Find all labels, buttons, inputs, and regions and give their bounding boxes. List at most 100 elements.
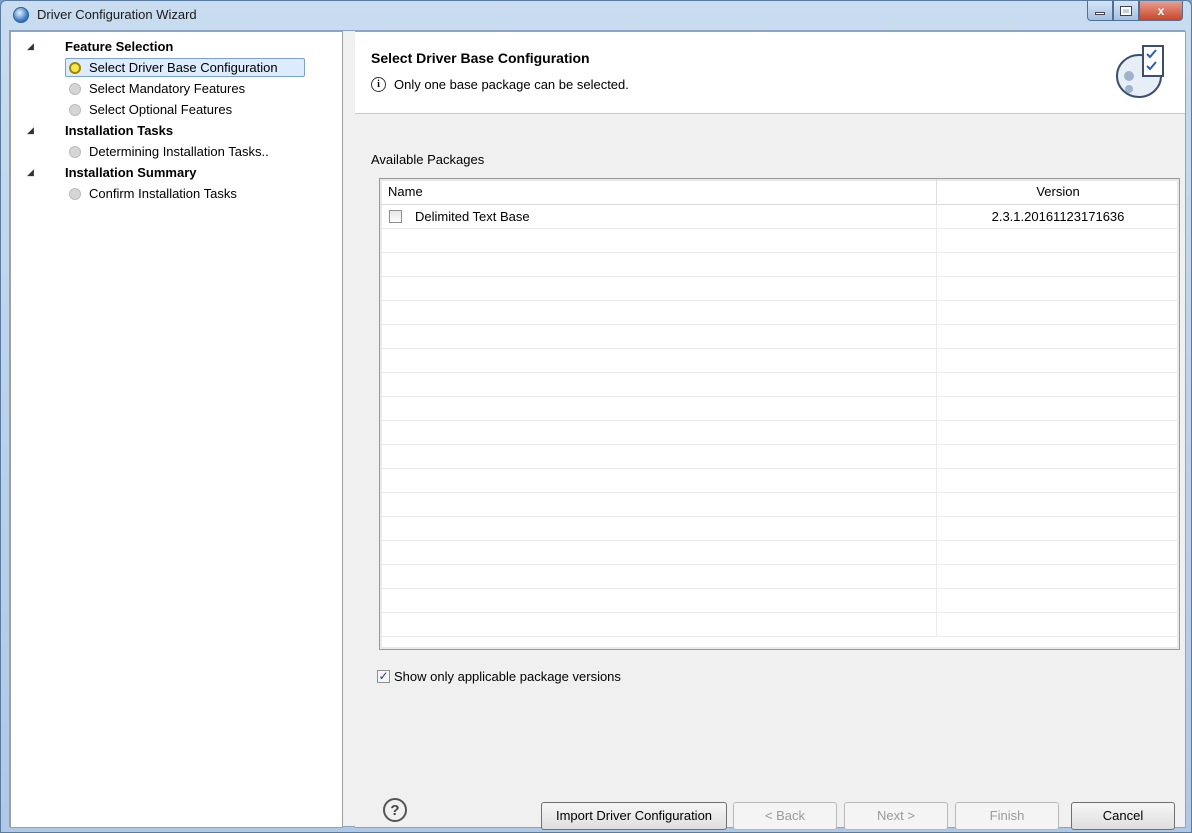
empty-cell <box>380 613 937 637</box>
tree-group-label: Installation Summary <box>65 165 197 180</box>
show-applicable-option[interactable]: ✓ Show only applicable package versions <box>377 669 621 684</box>
empty-cell <box>937 277 1179 301</box>
info-icon: i <box>371 77 386 92</box>
empty-cell <box>937 421 1179 445</box>
finish-button[interactable]: Finish <box>955 802 1059 830</box>
empty-table-row <box>380 325 1179 349</box>
tree-step-item[interactable]: Determining Installation Tasks.. <box>11 141 342 162</box>
tree-group-label: Installation Tasks <box>65 123 174 138</box>
empty-table-row <box>380 469 1179 493</box>
empty-cell <box>380 565 937 589</box>
empty-cell <box>380 373 937 397</box>
expand-triangle-icon[interactable]: ◢ <box>27 120 34 141</box>
empty-table-row <box>380 253 1179 277</box>
pending-step-icon <box>69 188 81 200</box>
empty-cell <box>380 277 937 301</box>
help-icon[interactable]: ? <box>383 798 407 822</box>
empty-cell <box>937 445 1179 469</box>
expand-triangle-icon[interactable]: ◢ <box>27 162 34 183</box>
page-title: Select Driver Base Configuration <box>371 50 590 66</box>
empty-cell <box>380 397 937 421</box>
empty-table-row <box>380 517 1179 541</box>
tree-group[interactable]: ◢ Feature Selection <box>11 36 342 57</box>
close-button[interactable]: x <box>1139 1 1183 21</box>
show-applicable-checkbox[interactable]: ✓ <box>377 670 390 683</box>
cancel-button[interactable]: Cancel <box>1071 802 1175 830</box>
table-body: Delimited Text Base 2.3.1.20161123171636 <box>380 205 1179 637</box>
empty-cell <box>380 349 937 373</box>
tree-step-item[interactable]: Confirm Installation Tasks <box>11 183 342 204</box>
empty-cell <box>937 373 1179 397</box>
empty-cell <box>937 565 1179 589</box>
empty-cell <box>380 445 937 469</box>
show-applicable-label: Show only applicable package versions <box>394 669 621 684</box>
empty-cell <box>937 349 1179 373</box>
package-name: Delimited Text Base <box>415 209 530 224</box>
page-message: i Only one base package can be selected. <box>371 77 629 92</box>
tree-step-item[interactable]: Select Mandatory Features <box>11 78 342 99</box>
wizard-client-area: ◢ Feature Selection Select Driver Base Con… <box>9 30 1186 830</box>
page-message-text: Only one base package can be selected. <box>394 77 629 92</box>
empty-cell <box>937 589 1179 613</box>
maximize-button[interactable] <box>1113 1 1139 21</box>
empty-table-row <box>380 541 1179 565</box>
pending-step-icon <box>69 104 81 116</box>
page-header: Select Driver Base Configuration i Only … <box>355 32 1185 114</box>
empty-cell <box>380 541 937 565</box>
back-button[interactable]: < Back <box>733 802 837 830</box>
packages-table[interactable]: Name Version Delimited Text Base 2.3.1.20… <box>379 178 1180 650</box>
expand-triangle-icon[interactable]: ◢ <box>27 36 34 57</box>
window-title: Driver Configuration Wizard <box>37 7 197 22</box>
tree-group[interactable]: ◢ Installation Summary <box>11 162 342 183</box>
empty-table-row <box>380 421 1179 445</box>
table-row[interactable]: Delimited Text Base 2.3.1.20161123171636 <box>380 205 1179 229</box>
empty-cell <box>380 253 937 277</box>
tree-step-label: Select Mandatory Features <box>89 81 246 96</box>
tree-step-label: Determining Installation Tasks.. <box>89 144 269 159</box>
empty-cell <box>937 397 1179 421</box>
pending-step-icon <box>69 83 81 95</box>
empty-cell <box>937 325 1179 349</box>
empty-table-row <box>380 565 1179 589</box>
empty-cell <box>380 229 937 253</box>
window-controls: x <box>1087 1 1183 21</box>
app-globe-icon <box>13 7 29 23</box>
maximize-icon <box>1120 5 1132 16</box>
close-icon: x <box>1157 3 1165 18</box>
import-driver-configuration-button[interactable]: Import Driver Configuration <box>541 802 727 830</box>
empty-table-row <box>380 589 1179 613</box>
current-step-icon <box>69 62 81 74</box>
empty-cell <box>937 253 1179 277</box>
package-checkbox[interactable] <box>389 210 402 223</box>
empty-table-row <box>380 373 1179 397</box>
minimize-button[interactable] <box>1087 1 1113 21</box>
empty-cell <box>937 229 1179 253</box>
wizard-page-panel: Select Driver Base Configuration i Only … <box>355 31 1186 830</box>
empty-cell <box>380 589 937 613</box>
empty-cell <box>380 517 937 541</box>
empty-table-row <box>380 349 1179 373</box>
tree-step-label: Select Optional Features <box>89 102 233 117</box>
empty-cell <box>937 613 1179 637</box>
empty-table-row <box>380 229 1179 253</box>
empty-cell <box>380 301 937 325</box>
tree-step-item[interactable]: Select Optional Features <box>11 99 342 120</box>
title-bar[interactable]: Driver Configuration Wizard x <box>1 1 1191 29</box>
column-header-version[interactable]: Version <box>937 179 1179 205</box>
empty-table-row <box>380 445 1179 469</box>
pending-step-icon <box>69 146 81 158</box>
next-button[interactable]: Next > <box>844 802 948 830</box>
minimize-icon <box>1095 12 1105 15</box>
empty-table-row <box>380 301 1179 325</box>
steps-tree-panel: ◢ Feature Selection Select Driver Base Con… <box>10 31 343 828</box>
empty-cell <box>937 541 1179 565</box>
empty-cell <box>937 517 1179 541</box>
available-packages-label: Available Packages <box>371 152 485 167</box>
column-header-name[interactable]: Name <box>380 179 937 205</box>
tree-group[interactable]: ◢ Installation Tasks <box>11 120 342 141</box>
package-name-cell: Delimited Text Base <box>380 205 937 229</box>
tree-group-label: Feature Selection <box>65 39 174 54</box>
tree-step-item[interactable]: Select Driver Base Configuration <box>11 57 342 78</box>
empty-table-row <box>380 397 1179 421</box>
tree-step-label: Confirm Installation Tasks <box>89 186 237 201</box>
